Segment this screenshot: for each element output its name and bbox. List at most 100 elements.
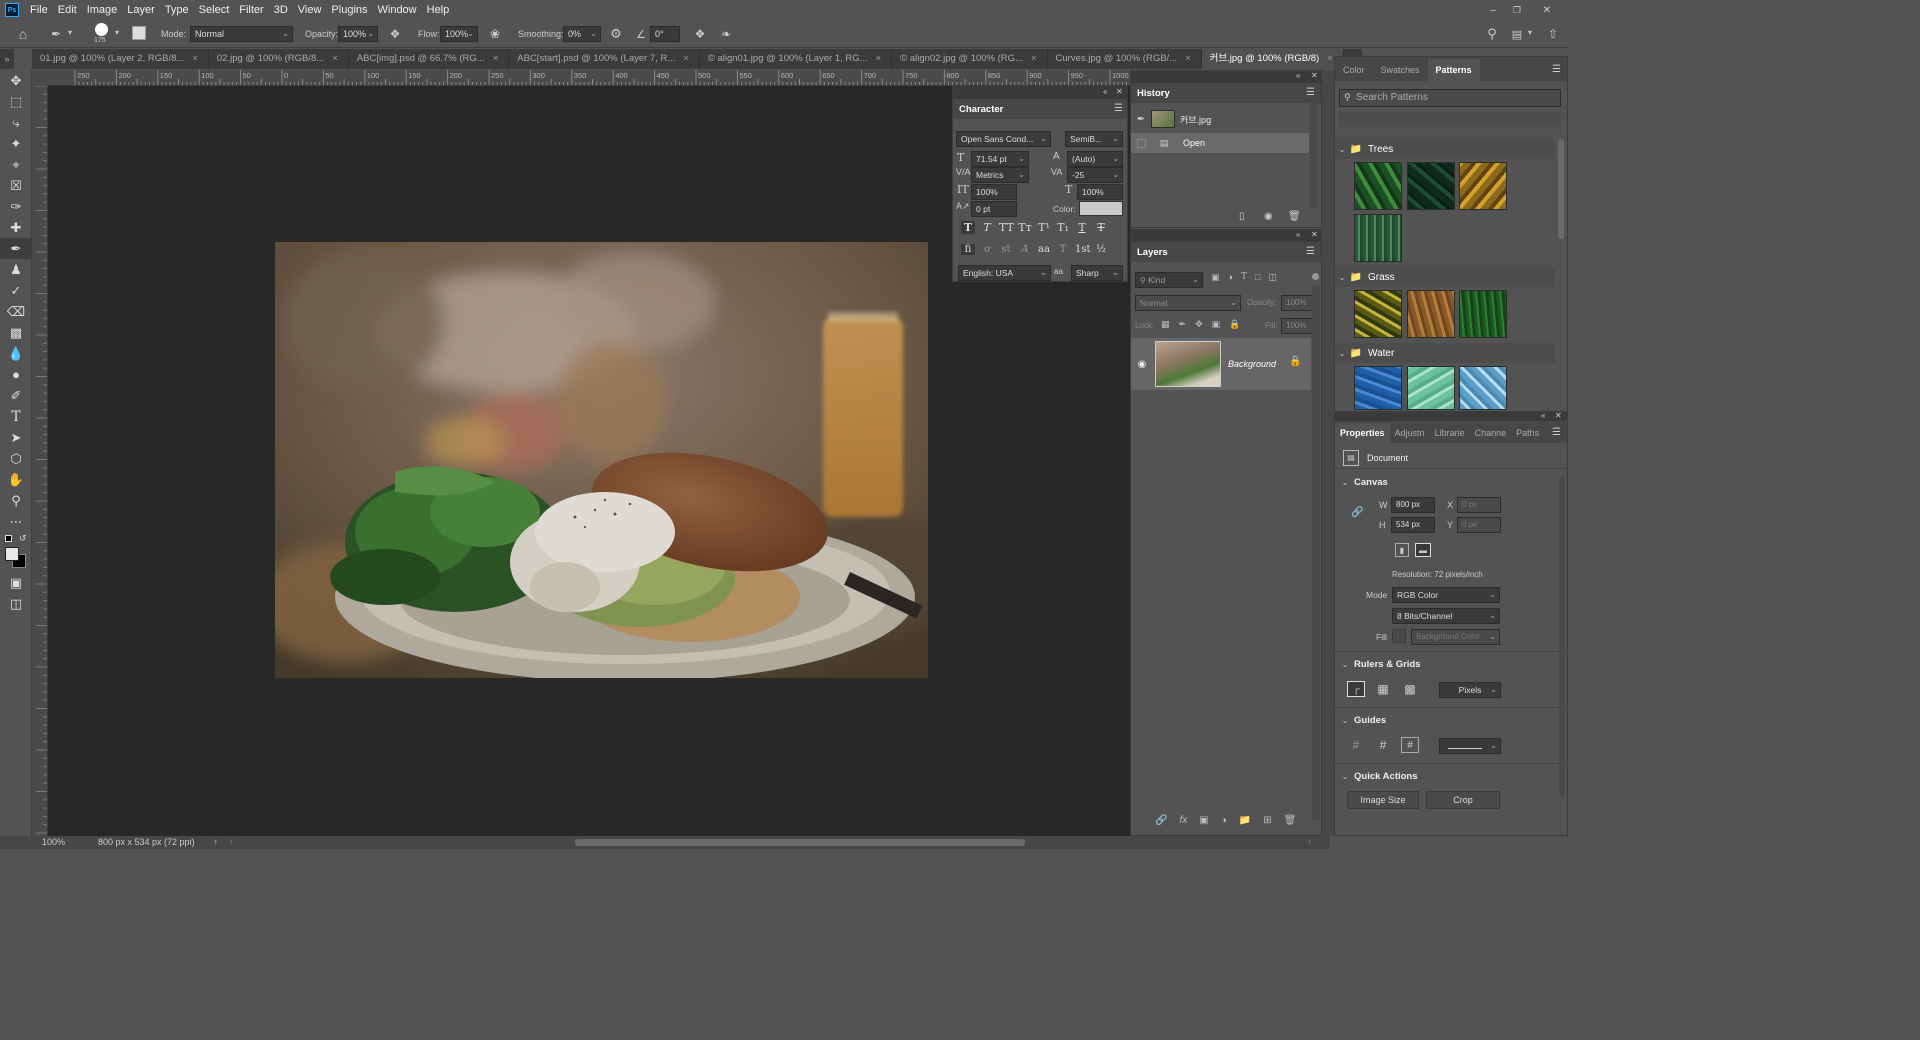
menu-item-filter[interactable]: Filter <box>234 0 268 20</box>
pressure-opacity-icon[interactable]: ❖ <box>387 26 403 42</box>
all-caps-icon[interactable]: TT <box>999 221 1014 234</box>
close-icon[interactable]: ✕ <box>1555 411 1562 420</box>
menu-icon[interactable]: ☰ <box>1114 103 1123 114</box>
history-step[interactable]: ▤ Open <box>1131 133 1309 153</box>
leading-field[interactable]: (Auto) ⌄ <box>1067 151 1123 167</box>
pattern-swatch[interactable] <box>1354 162 1402 210</box>
chevron-down-icon[interactable]: ⌄ <box>1340 660 1350 669</box>
menu-item-help[interactable]: Help <box>422 0 455 20</box>
close-tab-icon[interactable]: × <box>683 53 689 64</box>
collapse-icon[interactable]: « <box>1296 230 1300 239</box>
flow-field[interactable]: 100% ⌄ <box>440 26 478 42</box>
chevron-down-icon[interactable]: ⌄ <box>1340 478 1350 487</box>
menu-icon[interactable]: ☰ <box>1552 64 1561 75</box>
document-tab[interactable]: © align01.jpg @ 100% (Layer 1, RG... × <box>699 49 893 69</box>
close-tab-icon[interactable]: × <box>493 53 499 64</box>
type-tool-icon[interactable]: T <box>0 406 32 427</box>
chevron-down-icon[interactable]: ▾ <box>115 28 119 37</box>
close-tab-icon[interactable]: × <box>1185 53 1191 64</box>
shape-tool-icon[interactable]: ⬡ <box>0 448 32 469</box>
share-icon[interactable]: ⇧ <box>1545 26 1561 42</box>
kerning-field[interactable]: Metrics ⌄ <box>971 167 1029 183</box>
chevron-down-icon[interactable]: ▾ <box>68 28 72 37</box>
tabs-collapse-icon[interactable]: » <box>0 49 14 69</box>
tracking-field[interactable]: -25 ⌄ <box>1067 167 1123 183</box>
zoom-tool-icon[interactable]: ⚲ <box>0 490 32 511</box>
antialias-select[interactable]: Sharp ⌄ <box>1071 265 1123 281</box>
filter-type-icon[interactable]: T <box>1241 272 1247 283</box>
dodge-tool-icon[interactable]: ● <box>0 364 32 385</box>
minimize-icon[interactable]: – <box>1486 3 1500 17</box>
pattern-swatch[interactable] <box>1354 366 1402 410</box>
panel-tab-librarie[interactable]: Librarie <box>1430 423 1470 443</box>
document-tab[interactable]: © align02.jpg @ 100% (RG... × <box>892 49 1048 69</box>
stamp-tool-icon[interactable]: ♟ <box>0 259 32 280</box>
faux-bold-icon[interactable]: T <box>961 221 975 234</box>
symmetry-icon[interactable]: ❧ <box>718 26 734 42</box>
brush-preview[interactable] <box>95 23 108 36</box>
character-panel-title[interactable]: Character <box>959 104 1003 115</box>
document-tab[interactable]: 커브.jpg @ 100% (RGB/8) × <box>1201 49 1344 69</box>
grid-icon[interactable]: ▦ <box>1374 681 1392 697</box>
old-style-icon[interactable]: ơ <box>980 244 994 255</box>
restore-icon[interactable]: ❐ <box>1510 3 1524 17</box>
properties-scrollbar[interactable] <box>1559 477 1565 797</box>
eye-icon[interactable]: ◉ <box>1131 359 1153 370</box>
app-logo[interactable]: Ps <box>5 3 19 17</box>
layer-filter-kind[interactable]: ⚲ Kind ⌄ <box>1135 272 1203 288</box>
menu-icon[interactable]: ☰ <box>1552 427 1561 438</box>
trash-icon[interactable]: 🗑 <box>1284 815 1297 826</box>
faux-italic-icon[interactable]: T <box>980 221 994 234</box>
guide-layout-icon[interactable]: # <box>1401 737 1419 753</box>
horizontal-scrollbar[interactable] <box>575 839 1025 846</box>
titling-alternates-icon[interactable]: T <box>1056 244 1070 255</box>
close-tab-icon[interactable]: × <box>876 53 882 64</box>
vertical-scale-field[interactable]: 100% <box>971 184 1017 200</box>
x-field[interactable]: 0 px <box>1457 497 1501 513</box>
font-family-select[interactable]: Open Sans Cond... ⌄ <box>956 131 1051 147</box>
chevron-down-icon[interactable]: ▾ <box>1528 28 1532 37</box>
fill-swatch[interactable] <box>1392 629 1406 643</box>
collapse-icon[interactable]: « <box>1541 411 1545 420</box>
menu-item-edit[interactable]: Edit <box>53 0 82 20</box>
airbrush-icon[interactable]: ❀ <box>487 26 503 42</box>
home-icon[interactable]: ⌂ <box>14 25 32 43</box>
portrait-icon[interactable]: ▮ <box>1395 543 1409 557</box>
new-document-from-state-icon[interactable]: ▯ <box>1239 211 1245 222</box>
history-brush-tool-icon[interactable]: ✓ <box>0 280 32 301</box>
trash-icon[interactable]: 🗑 <box>1288 211 1301 222</box>
menu-item-type[interactable]: Type <box>160 0 194 20</box>
collapse-icon[interactable]: « <box>1296 71 1300 80</box>
layer-name[interactable]: Background <box>1228 359 1276 369</box>
smoothing-field[interactable]: 0% ⌄ <box>563 26 601 42</box>
blend-mode-select[interactable]: Normal ⌄ <box>1135 295 1241 311</box>
text-color-swatch[interactable] <box>1079 201 1123 216</box>
eraser-tool-icon[interactable]: ⌫ <box>0 301 32 322</box>
eyedropper-tool-icon[interactable]: ✑ <box>0 196 32 217</box>
layers-scrollbar[interactable] <box>1312 285 1320 820</box>
lock-image-icon[interactable]: ✒ <box>1179 319 1187 330</box>
filter-adjustment-icon[interactable]: ◑ <box>1228 272 1233 283</box>
step-checkbox[interactable] <box>1137 138 1146 148</box>
patterns-search[interactable]: ⚲ Search Patterns <box>1339 89 1561 107</box>
more-tools-icon[interactable]: ⋯ <box>0 511 32 532</box>
patterns-scrollbar[interactable] <box>1558 139 1564 239</box>
healing-tool-icon[interactable]: ✚ <box>0 217 32 238</box>
close-icon[interactable]: ✕ <box>1311 71 1318 80</box>
lasso-tool-icon[interactable]: ⤷ <box>0 112 32 133</box>
ligature-icon[interactable]: fi <box>961 244 975 255</box>
landscape-icon[interactable]: ▬ <box>1415 543 1431 557</box>
chevron-down-icon[interactable]: ⌄ <box>1335 349 1349 358</box>
filter-smart-icon[interactable]: ◫ <box>1268 272 1277 283</box>
fractions-icon[interactable]: ½ <box>1094 244 1108 255</box>
dock-divider[interactable] <box>1322 70 1334 836</box>
lock-position-icon[interactable]: ✥ <box>1195 319 1203 330</box>
bit-depth-select[interactable]: 8 Bits/Channel ⌄ <box>1392 608 1500 624</box>
lock-artboard-icon[interactable]: ▣ <box>1212 319 1221 330</box>
document-image[interactable] <box>275 242 928 678</box>
menu-item-layer[interactable]: Layer <box>122 0 160 20</box>
rulers-section-header[interactable]: ⌄ Rulers & Grids <box>1340 659 1421 670</box>
crop-button[interactable]: Crop <box>1426 791 1500 809</box>
pattern-swatch[interactable] <box>1459 162 1507 210</box>
foreground-color-swatch[interactable] <box>5 547 19 561</box>
